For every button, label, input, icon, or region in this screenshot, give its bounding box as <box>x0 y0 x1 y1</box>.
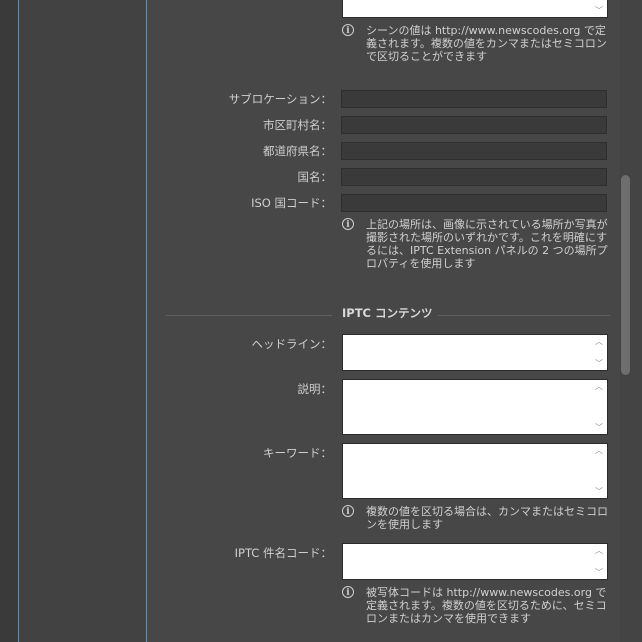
sublocation-field[interactable] <box>341 90 607 108</box>
state-field[interactable] <box>341 142 607 160</box>
keywords-note: i 複数の値を区切る場合は、カンマまたはセミコロンを使用します <box>342 505 610 531</box>
country-field[interactable] <box>341 168 607 186</box>
info-icon: i <box>342 218 354 230</box>
scene-note: i シーンの値は http://www.newscodes.org で定義されま… <box>342 24 610 63</box>
iso-country-code-label: ISO 国コード： <box>251 196 332 210</box>
chevron-up-icon[interactable]: ︿ <box>595 337 603 346</box>
subject-code-note: i 被写体コードは http://www.newscodes.org で定義され… <box>342 586 610 625</box>
country-label: 国名： <box>297 170 333 184</box>
state-label: 都道府県名： <box>263 144 332 158</box>
chevron-down-icon[interactable]: ﹀ <box>595 568 603 577</box>
chevron-up-icon[interactable]: ︿ <box>595 546 603 555</box>
headline-label: ヘッドライン： <box>251 337 333 351</box>
left-panel <box>19 0 147 642</box>
description-textarea[interactable]: ︿ ﹀ <box>342 379 608 435</box>
left-edge-strip <box>0 0 19 642</box>
chevron-down-icon[interactable]: ﹀ <box>595 423 603 432</box>
chevron-up-icon[interactable]: ︿ <box>595 382 603 391</box>
chevron-down-icon[interactable]: ﹀ <box>595 487 603 496</box>
location-note: i 上記の場所は、画像に示されている場所か写真が撮影された場所のいずれかです。こ… <box>342 218 610 270</box>
section-title: IPTC コンテンツ <box>342 306 433 320</box>
subject-code-textarea[interactable]: ︿ ﹀ <box>342 543 608 580</box>
chevron-down-icon[interactable]: ﹀ <box>595 6 603 15</box>
chevron-down-icon[interactable]: ﹀ <box>595 359 603 368</box>
sublocation-label: サブロケーション： <box>228 92 332 106</box>
iptc-content-section-header: IPTC コンテンツ <box>166 305 610 321</box>
description-label: 説明： <box>297 382 333 396</box>
scrollbar-thumb[interactable] <box>621 175 630 375</box>
info-icon: i <box>342 24 354 36</box>
iso-country-code-field[interactable] <box>341 194 607 212</box>
city-field[interactable] <box>341 116 607 134</box>
keywords-textarea[interactable]: ︿ ﹀ <box>342 443 608 499</box>
scene-textarea[interactable]: ﹀ <box>342 0 608 18</box>
city-label: 市区町村名： <box>263 118 332 132</box>
keywords-label: キーワード： <box>263 446 332 460</box>
info-icon: i <box>342 586 354 598</box>
subject-code-label: IPTC 件名コード： <box>234 546 332 560</box>
info-icon: i <box>342 505 354 517</box>
headline-textarea[interactable]: ︿ ﹀ <box>342 334 608 371</box>
chevron-up-icon[interactable]: ︿ <box>595 446 603 455</box>
